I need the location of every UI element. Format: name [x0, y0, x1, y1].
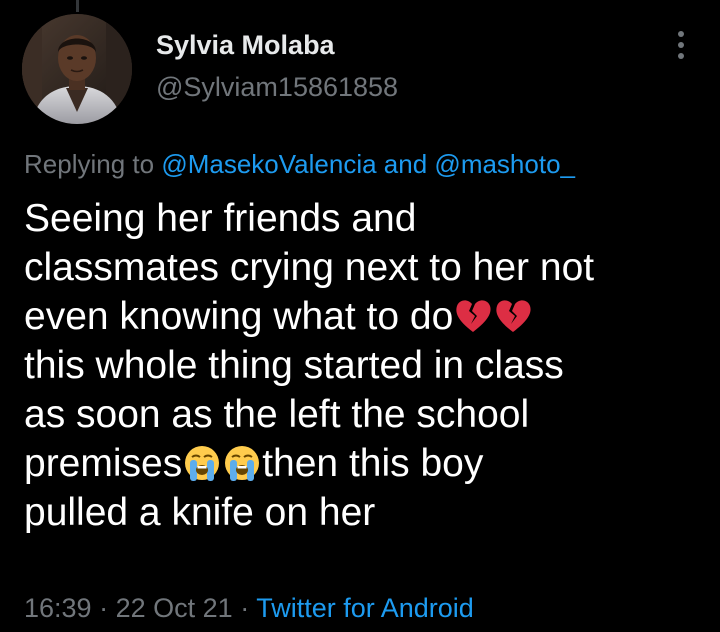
author-display-name[interactable]: Sylvia Molaba [156, 28, 398, 62]
tweet-time[interactable]: 16:39 [24, 593, 92, 623]
tweet-line: premises then this boy [24, 439, 714, 488]
tweet-line: as soon as the left the school [24, 393, 530, 436]
profile-photo [22, 14, 132, 124]
tweet-body: Seeing her friends and classmates crying… [24, 194, 714, 537]
avatar[interactable] [22, 14, 132, 124]
mention-conjunction[interactable]: and [384, 149, 427, 179]
tweet-line: Seeing her friends and [24, 197, 417, 240]
loudly-crying-face-emoji-icon [222, 443, 262, 483]
tweet-line: this whole thing started in class [24, 344, 564, 387]
mention-link-mashoto[interactable]: @mashoto_ [434, 149, 575, 179]
tweet-line: even knowing what to do [24, 292, 714, 341]
tweet-source-link[interactable]: Twitter for Android [256, 593, 474, 623]
tweet-line: classmates crying next to her not [24, 246, 595, 289]
author-handle[interactable]: @Sylviam15861858 [156, 70, 398, 104]
more-options-button[interactable] [664, 28, 698, 62]
broken-heart-emoji-icon [493, 296, 533, 336]
replying-to-label: Replying to [24, 149, 155, 179]
tweet-header: Sylvia Molaba @Sylviam15861858 [156, 28, 398, 104]
broken-heart-emoji-icon [453, 296, 493, 336]
tweet-text-fragment: even knowing what to do [24, 295, 454, 338]
mention-link-masekovalencia[interactable]: @MasekoValencia [161, 149, 376, 179]
tweet-date[interactable]: 22 Oct 21 [116, 593, 233, 623]
tweet-text-fragment: then this boy [262, 442, 484, 485]
replying-to-context: Replying to @MasekoValencia and @mashoto… [24, 147, 575, 181]
tweet-metadata: 16:39 · 22 Oct 21 · Twitter for Android [24, 591, 474, 625]
thread-connector-line [76, 0, 79, 12]
tweet-line: pulled a knife on her [24, 491, 376, 534]
meta-separator: · [99, 593, 109, 623]
tweet-text-fragment: premises [24, 442, 183, 485]
loudly-crying-face-emoji-icon [182, 443, 222, 483]
vertical-ellipsis-icon [678, 31, 684, 59]
meta-separator: · [240, 593, 250, 623]
